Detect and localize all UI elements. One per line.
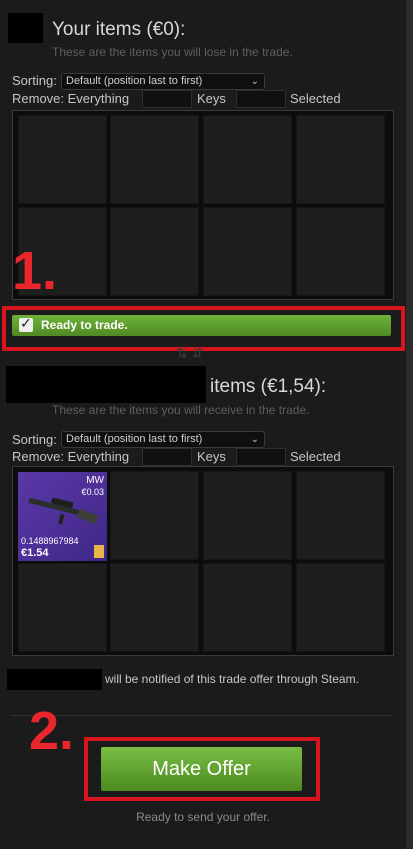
- annotation-step-one: 1.: [12, 241, 58, 301]
- item-slot[interactable]: [110, 563, 199, 652]
- item-price: €1.54: [21, 547, 49, 559]
- your-selected-label: Selected: [290, 91, 341, 106]
- item-slot[interactable]: [296, 563, 385, 652]
- make-offer-button[interactable]: Make Offer: [101, 747, 302, 791]
- partner-name-notify: [7, 669, 102, 690]
- item-slot[interactable]: [110, 207, 199, 296]
- notify-text: will be notified of this trade offer thr…: [105, 672, 359, 686]
- their-items-subtitle: These are the items you will receive in …: [52, 403, 310, 417]
- item-sticker-price: €0.03: [81, 487, 104, 497]
- item-slot[interactable]: [296, 471, 385, 560]
- your-items-grid: [12, 110, 394, 300]
- ready-label: Ready to trade.: [41, 318, 128, 332]
- item-slot[interactable]: [110, 471, 199, 560]
- rifle-icon: [28, 498, 99, 525]
- item-slot[interactable]: [110, 115, 199, 204]
- item-slot[interactable]: [203, 207, 292, 296]
- item-wear: MW: [86, 475, 104, 486]
- your-keys-input[interactable]: [142, 90, 192, 108]
- your-sorting-label: Sorting:: [12, 73, 57, 88]
- their-keys-label: Keys: [197, 449, 226, 464]
- your-sorting-value: Default (position last to first): [66, 75, 203, 87]
- your-selected-input[interactable]: [236, 90, 286, 108]
- their-sorting-value: Default (position last to first): [66, 433, 203, 445]
- item-slot[interactable]: [18, 115, 107, 204]
- their-selected-label: Selected: [290, 449, 341, 464]
- trade-item-awp[interactable]: MW €0.03 0.1488967984 €1.54: [18, 472, 107, 561]
- item-slot[interactable]: [18, 563, 107, 652]
- your-remove-everything[interactable]: Remove: Everything: [12, 91, 129, 106]
- their-items-title: items (€1,54):: [210, 376, 327, 397]
- item-slot[interactable]: [203, 115, 292, 204]
- item-slot[interactable]: [203, 471, 292, 560]
- partner-name: [6, 366, 206, 403]
- your-avatar: [8, 13, 43, 43]
- checkmark-icon: ✓: [20, 315, 32, 331]
- your-items-subtitle: These are the items you will lose in the…: [52, 45, 293, 59]
- their-selected-input[interactable]: [236, 448, 286, 466]
- your-keys-label: Keys: [197, 91, 226, 106]
- their-keys-input[interactable]: [142, 448, 192, 466]
- stattrak-badge-icon: [94, 545, 104, 558]
- ready-to-trade-toggle[interactable]: ✓ Ready to trade.: [12, 315, 391, 336]
- item-slot[interactable]: [296, 207, 385, 296]
- chevron-down-icon: ⌄: [250, 434, 259, 445]
- your-sorting-select[interactable]: Default (position last to first) ⌄: [61, 73, 265, 90]
- chevron-down-icon: ⌄: [250, 76, 259, 87]
- ready-checkbox[interactable]: ✓: [19, 315, 33, 332]
- scrollbar-track[interactable]: [406, 0, 413, 849]
- item-float: 0.1488967984: [21, 536, 79, 546]
- their-sorting-label: Sorting:: [12, 432, 57, 447]
- annotation-step-two: 2.: [29, 701, 75, 761]
- their-remove-everything[interactable]: Remove: Everything: [12, 449, 129, 464]
- item-slot[interactable]: [203, 563, 292, 652]
- swap-arrows-icon: ⇅ ⇵: [176, 345, 204, 361]
- item-slot[interactable]: [296, 115, 385, 204]
- their-sorting-select[interactable]: Default (position last to first) ⌄: [61, 431, 265, 448]
- status-text: Ready to send your offer.: [136, 810, 270, 824]
- your-items-title: Your items (€0):: [52, 19, 186, 40]
